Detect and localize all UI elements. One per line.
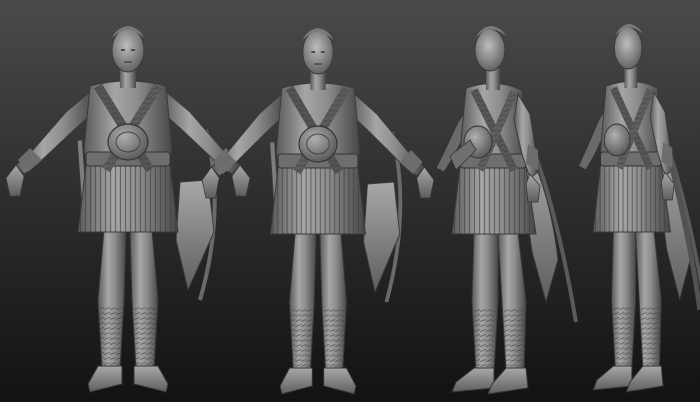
render-canvas: [0, 0, 700, 402]
sculpt-viewport: [0, 0, 700, 402]
